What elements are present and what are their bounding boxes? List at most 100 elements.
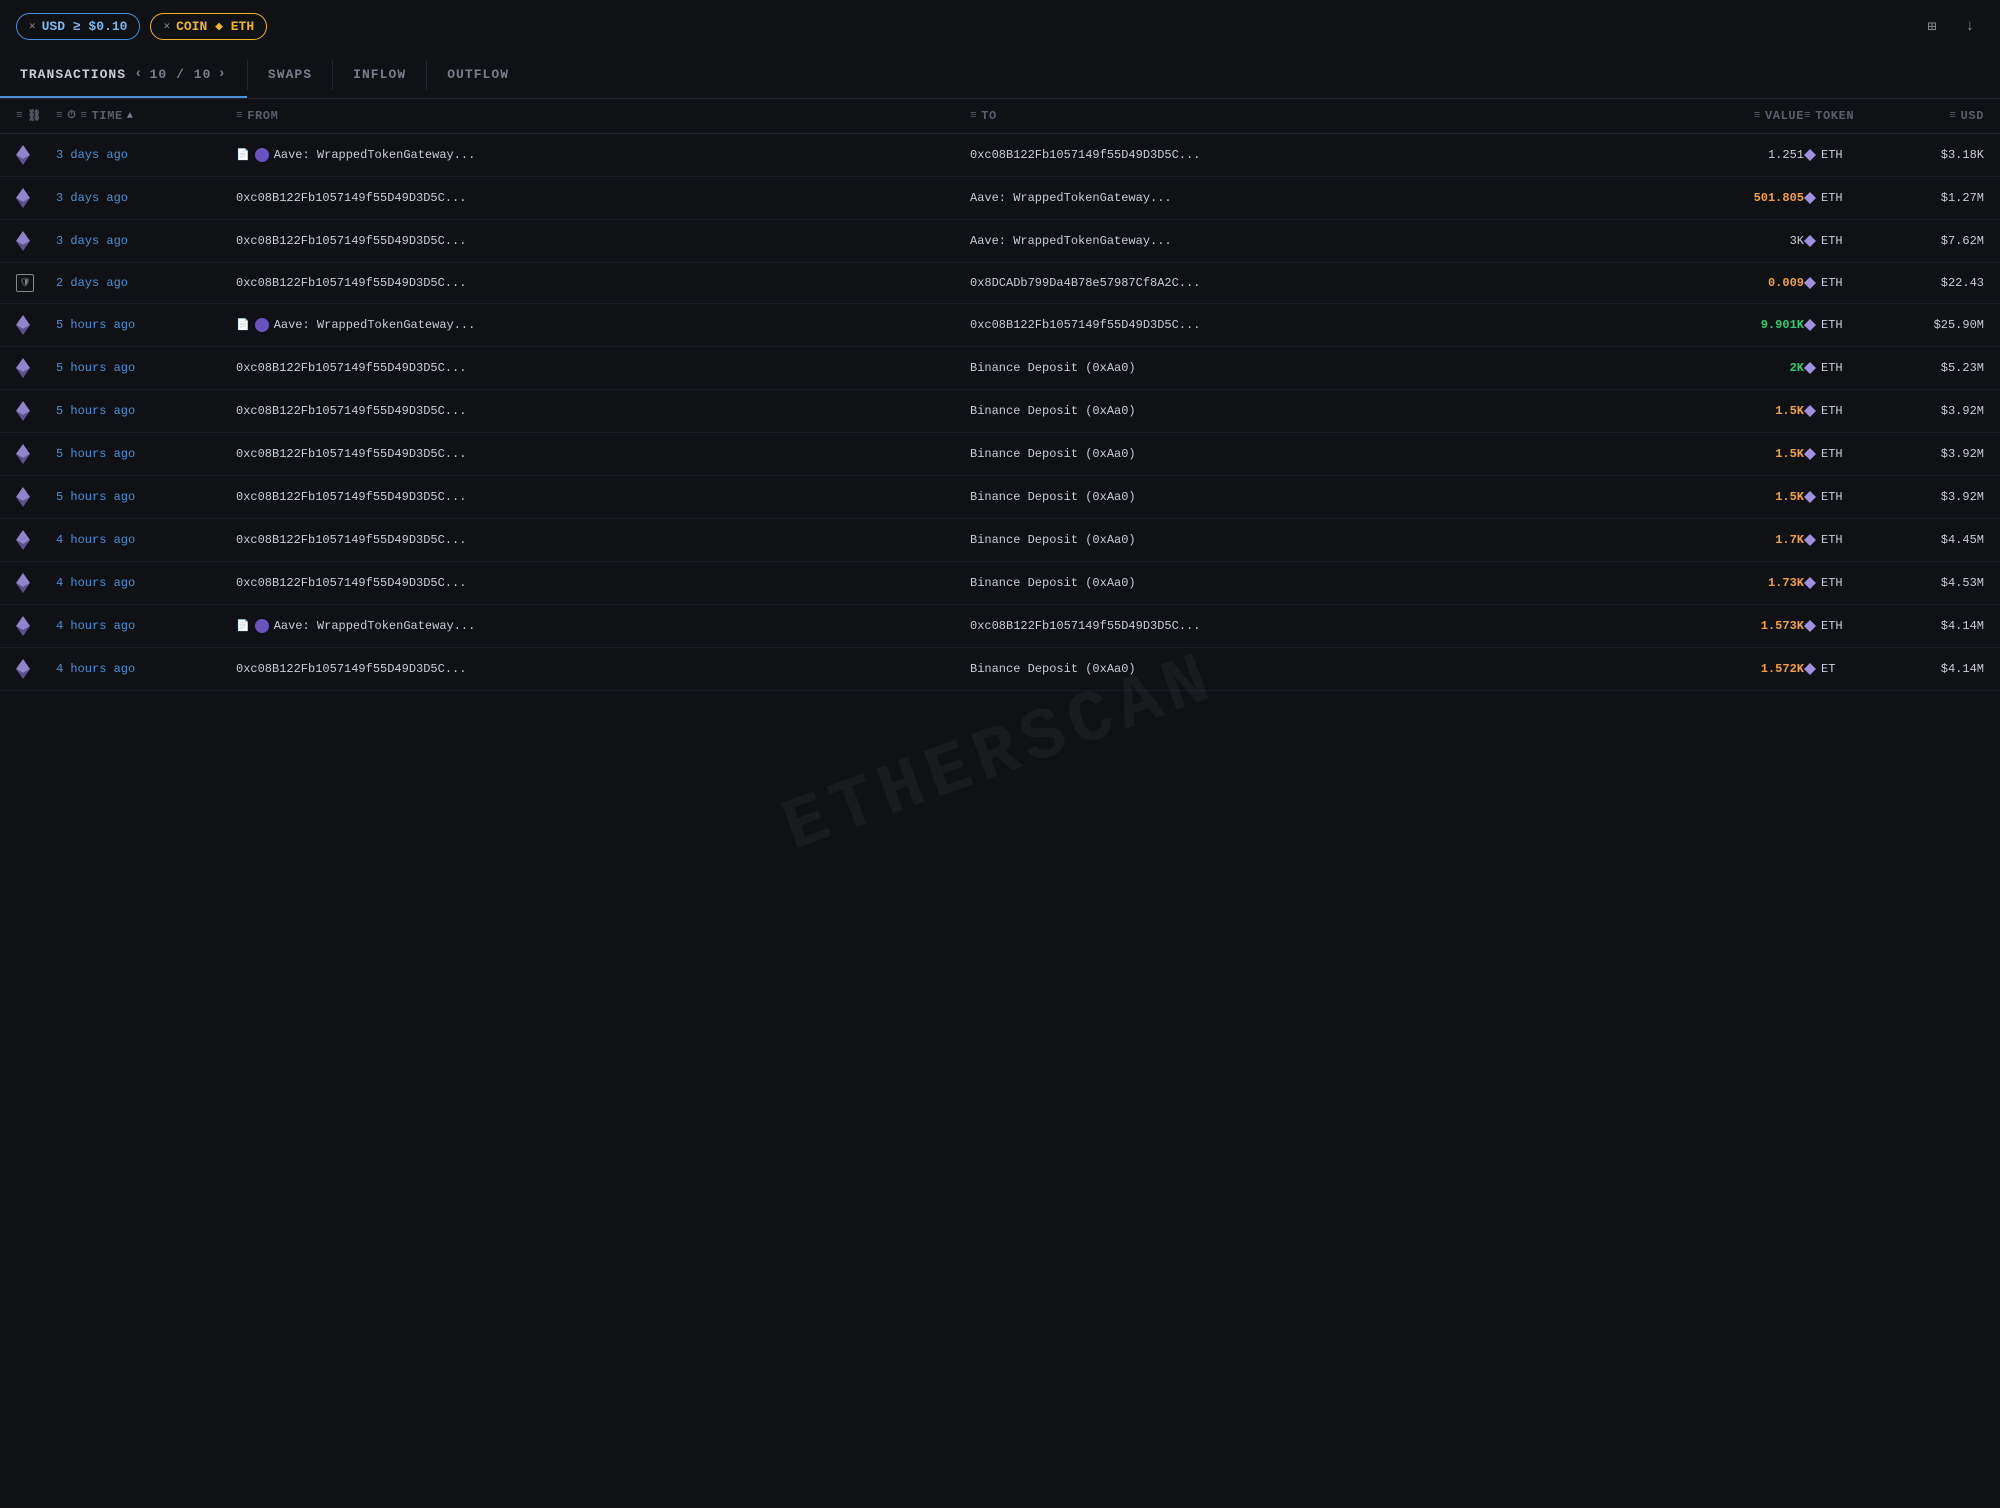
to-address[interactable]: 0xc08B122Fb1057149f55D49D3D5C... — [970, 318, 1200, 332]
value-amount: 2K — [1790, 361, 1804, 375]
col-header-from[interactable]: ≡ FROM — [236, 109, 970, 123]
coin-filter-label: COIN ◆ ETH — [176, 19, 254, 34]
row-type-cell — [16, 659, 56, 679]
usd-cell: $3.92M — [1884, 404, 1984, 418]
col-header-time[interactable]: ≡ ⏱ ≡ TIME ▲ — [56, 109, 236, 123]
to-address[interactable]: 0x8DCADb799Da4B78e57987Cf8A2C... — [970, 276, 1200, 290]
eth-icon — [16, 573, 30, 593]
usd-filter-chip[interactable]: ✕ USD ≥ $0.10 — [16, 13, 140, 40]
filter-token-icon[interactable]: ≡ — [1804, 110, 1811, 122]
table-row[interactable]: 5 hours ago 0xc08B122Fb1057149f55D49D3D5… — [0, 390, 2000, 433]
table-row[interactable]: 3 days ago 📄 Aave: WrappedTokenGateway..… — [0, 134, 2000, 177]
col-header-token[interactable]: ≡ TOKEN — [1804, 109, 1884, 123]
col-header-icon: ≡ ⛓ — [16, 109, 56, 123]
time-value: 5 hours ago — [56, 361, 135, 375]
to-cell: Aave: WrappedTokenGateway... — [970, 234, 1704, 248]
filter-icon-row[interactable]: ≡ — [16, 110, 23, 122]
link-icon[interactable]: ⛓ — [27, 109, 42, 123]
table-row[interactable]: 4 hours ago 0xc08B122Fb1057149f55D49D3D5… — [0, 562, 2000, 605]
row-type-cell — [16, 401, 56, 421]
top-icons: ⊞ ↓ — [1918, 12, 1984, 40]
to-cell: Binance Deposit (0xAa0) — [970, 576, 1704, 590]
table-row[interactable]: 5 hours ago 0xc08B122Fb1057149f55D49D3D5… — [0, 433, 2000, 476]
coin-filter-chip[interactable]: ✕ COIN ◆ ETH — [150, 13, 267, 40]
row-type-cell — [16, 530, 56, 550]
next-page-btn[interactable]: › — [217, 66, 226, 82]
tab-outflow[interactable]: OUTFLOW — [427, 52, 529, 98]
from-address[interactable]: 0xc08B122Fb1057149f55D49D3D5C... — [236, 662, 466, 676]
time-cell: 4 hours ago — [56, 533, 236, 547]
from-address[interactable]: 0xc08B122Fb1057149f55D49D3D5C... — [236, 533, 466, 547]
row-type-cell — [16, 616, 56, 636]
file-icon: 📄 — [236, 619, 250, 633]
filter-from-icon[interactable]: ≡ — [236, 110, 243, 122]
value-amount: 501.805 — [1754, 191, 1804, 205]
table-row[interactable]: 3 days ago 0xc08B122Fb1057149f55D49D3D5C… — [0, 220, 2000, 263]
token-name: ETH — [1821, 318, 1843, 332]
prev-page-btn[interactable]: ‹ — [134, 66, 143, 82]
protocol-icon — [255, 148, 269, 162]
table-row[interactable]: 4 hours ago 0xc08B122Fb1057149f55D49D3D5… — [0, 519, 2000, 562]
from-address[interactable]: 0xc08B122Fb1057149f55D49D3D5C... — [236, 490, 466, 504]
table-row[interactable]: 4 hours ago 📄 Aave: WrappedTokenGateway.… — [0, 605, 2000, 648]
row-type-cell — [16, 573, 56, 593]
time-value: 2 days ago — [56, 276, 128, 290]
time-cell: 2 days ago — [56, 276, 236, 290]
from-address[interactable]: 0xc08B122Fb1057149f55D49D3D5C... — [236, 191, 466, 205]
from-address[interactable]: 0xc08B122Fb1057149f55D49D3D5C... — [236, 276, 466, 290]
filter-usd-icon[interactable]: ≡ — [1949, 110, 1956, 122]
coin-filter-remove-icon[interactable]: ✕ — [163, 19, 170, 33]
from-address[interactable]: 0xc08B122Fb1057149f55D49D3D5C... — [236, 576, 466, 590]
to-address[interactable]: 0xc08B122Fb1057149f55D49D3D5C... — [970, 148, 1200, 162]
from-address[interactable]: 0xc08B122Fb1057149f55D49D3D5C... — [236, 404, 466, 418]
table-row[interactable]: 5 hours ago 0xc08B122Fb1057149f55D49D3D5… — [0, 476, 2000, 519]
usd-cell: $3.92M — [1884, 447, 1984, 461]
usd-cell: $5.23M — [1884, 361, 1984, 375]
table-row[interactable]: 🛡 2 days ago 0xc08B122Fb1057149f55D49D3D… — [0, 263, 2000, 304]
to-address[interactable]: 0xc08B122Fb1057149f55D49D3D5C... — [970, 619, 1200, 633]
row-type-cell — [16, 145, 56, 165]
tab-swaps[interactable]: SWAPS — [248, 52, 332, 98]
filter-icon-time2[interactable]: ≡ — [80, 110, 87, 122]
usd-value: $3.18K — [1941, 148, 1984, 162]
protocol-icon — [255, 619, 269, 633]
sort-asc-icon[interactable]: ▲ — [127, 111, 134, 122]
table-row[interactable]: 4 hours ago 0xc08B122Fb1057149f55D49D3D5… — [0, 648, 2000, 691]
eth-icon — [16, 530, 30, 550]
tab-transactions[interactable]: TRANSACTIONS ‹ 10 / 10 › — [0, 52, 247, 98]
table-row[interactable]: 3 days ago 0xc08B122Fb1057149f55D49D3D5C… — [0, 177, 2000, 220]
usd-filter-remove-icon[interactable]: ✕ — [29, 19, 36, 33]
time-cell: 4 hours ago — [56, 576, 236, 590]
from-address[interactable]: 0xc08B122Fb1057149f55D49D3D5C... — [236, 447, 466, 461]
filter-to-icon[interactable]: ≡ — [970, 110, 977, 122]
time-value: 4 hours ago — [56, 576, 135, 590]
protocol-icon — [255, 318, 269, 332]
filter-time-icon[interactable]: ≡ — [56, 110, 63, 122]
token-name: ETH — [1821, 361, 1843, 375]
col-header-to[interactable]: ≡ TO — [970, 109, 1704, 123]
token-cell: ETH — [1804, 490, 1884, 504]
time-cell: 5 hours ago — [56, 404, 236, 418]
download-icon[interactable]: ↓ — [1956, 12, 1984, 40]
from-cell: 0xc08B122Fb1057149f55D49D3D5C... — [236, 447, 970, 461]
eth-diamond-icon — [1804, 405, 1816, 417]
value-amount: 1.5K — [1775, 490, 1804, 504]
eth-icon — [16, 315, 30, 335]
value-cell: 501.805 — [1704, 191, 1804, 205]
token-cell: ETH — [1804, 404, 1884, 418]
from-address[interactable]: 0xc08B122Fb1057149f55D49D3D5C... — [236, 361, 466, 375]
file-icon: 📄 — [236, 148, 250, 162]
col-from-label: FROM — [247, 109, 278, 123]
layout-icon[interactable]: ⊞ — [1918, 12, 1946, 40]
table-row[interactable]: 5 hours ago 📄 Aave: WrappedTokenGateway.… — [0, 304, 2000, 347]
tab-outflow-label: OUTFLOW — [447, 67, 509, 82]
from-address[interactable]: 0xc08B122Fb1057149f55D49D3D5C... — [236, 234, 466, 248]
col-header-value[interactable]: ≡ VALUE — [1704, 109, 1804, 123]
time-cell: 4 hours ago — [56, 662, 236, 676]
token-name: ETH — [1821, 404, 1843, 418]
col-header-usd[interactable]: ≡ USD — [1884, 109, 1984, 123]
tab-inflow[interactable]: INFLOW — [333, 52, 426, 98]
table-row[interactable]: 5 hours ago 0xc08B122Fb1057149f55D49D3D5… — [0, 347, 2000, 390]
time-value: 3 days ago — [56, 148, 128, 162]
filter-value-icon[interactable]: ≡ — [1754, 110, 1761, 122]
